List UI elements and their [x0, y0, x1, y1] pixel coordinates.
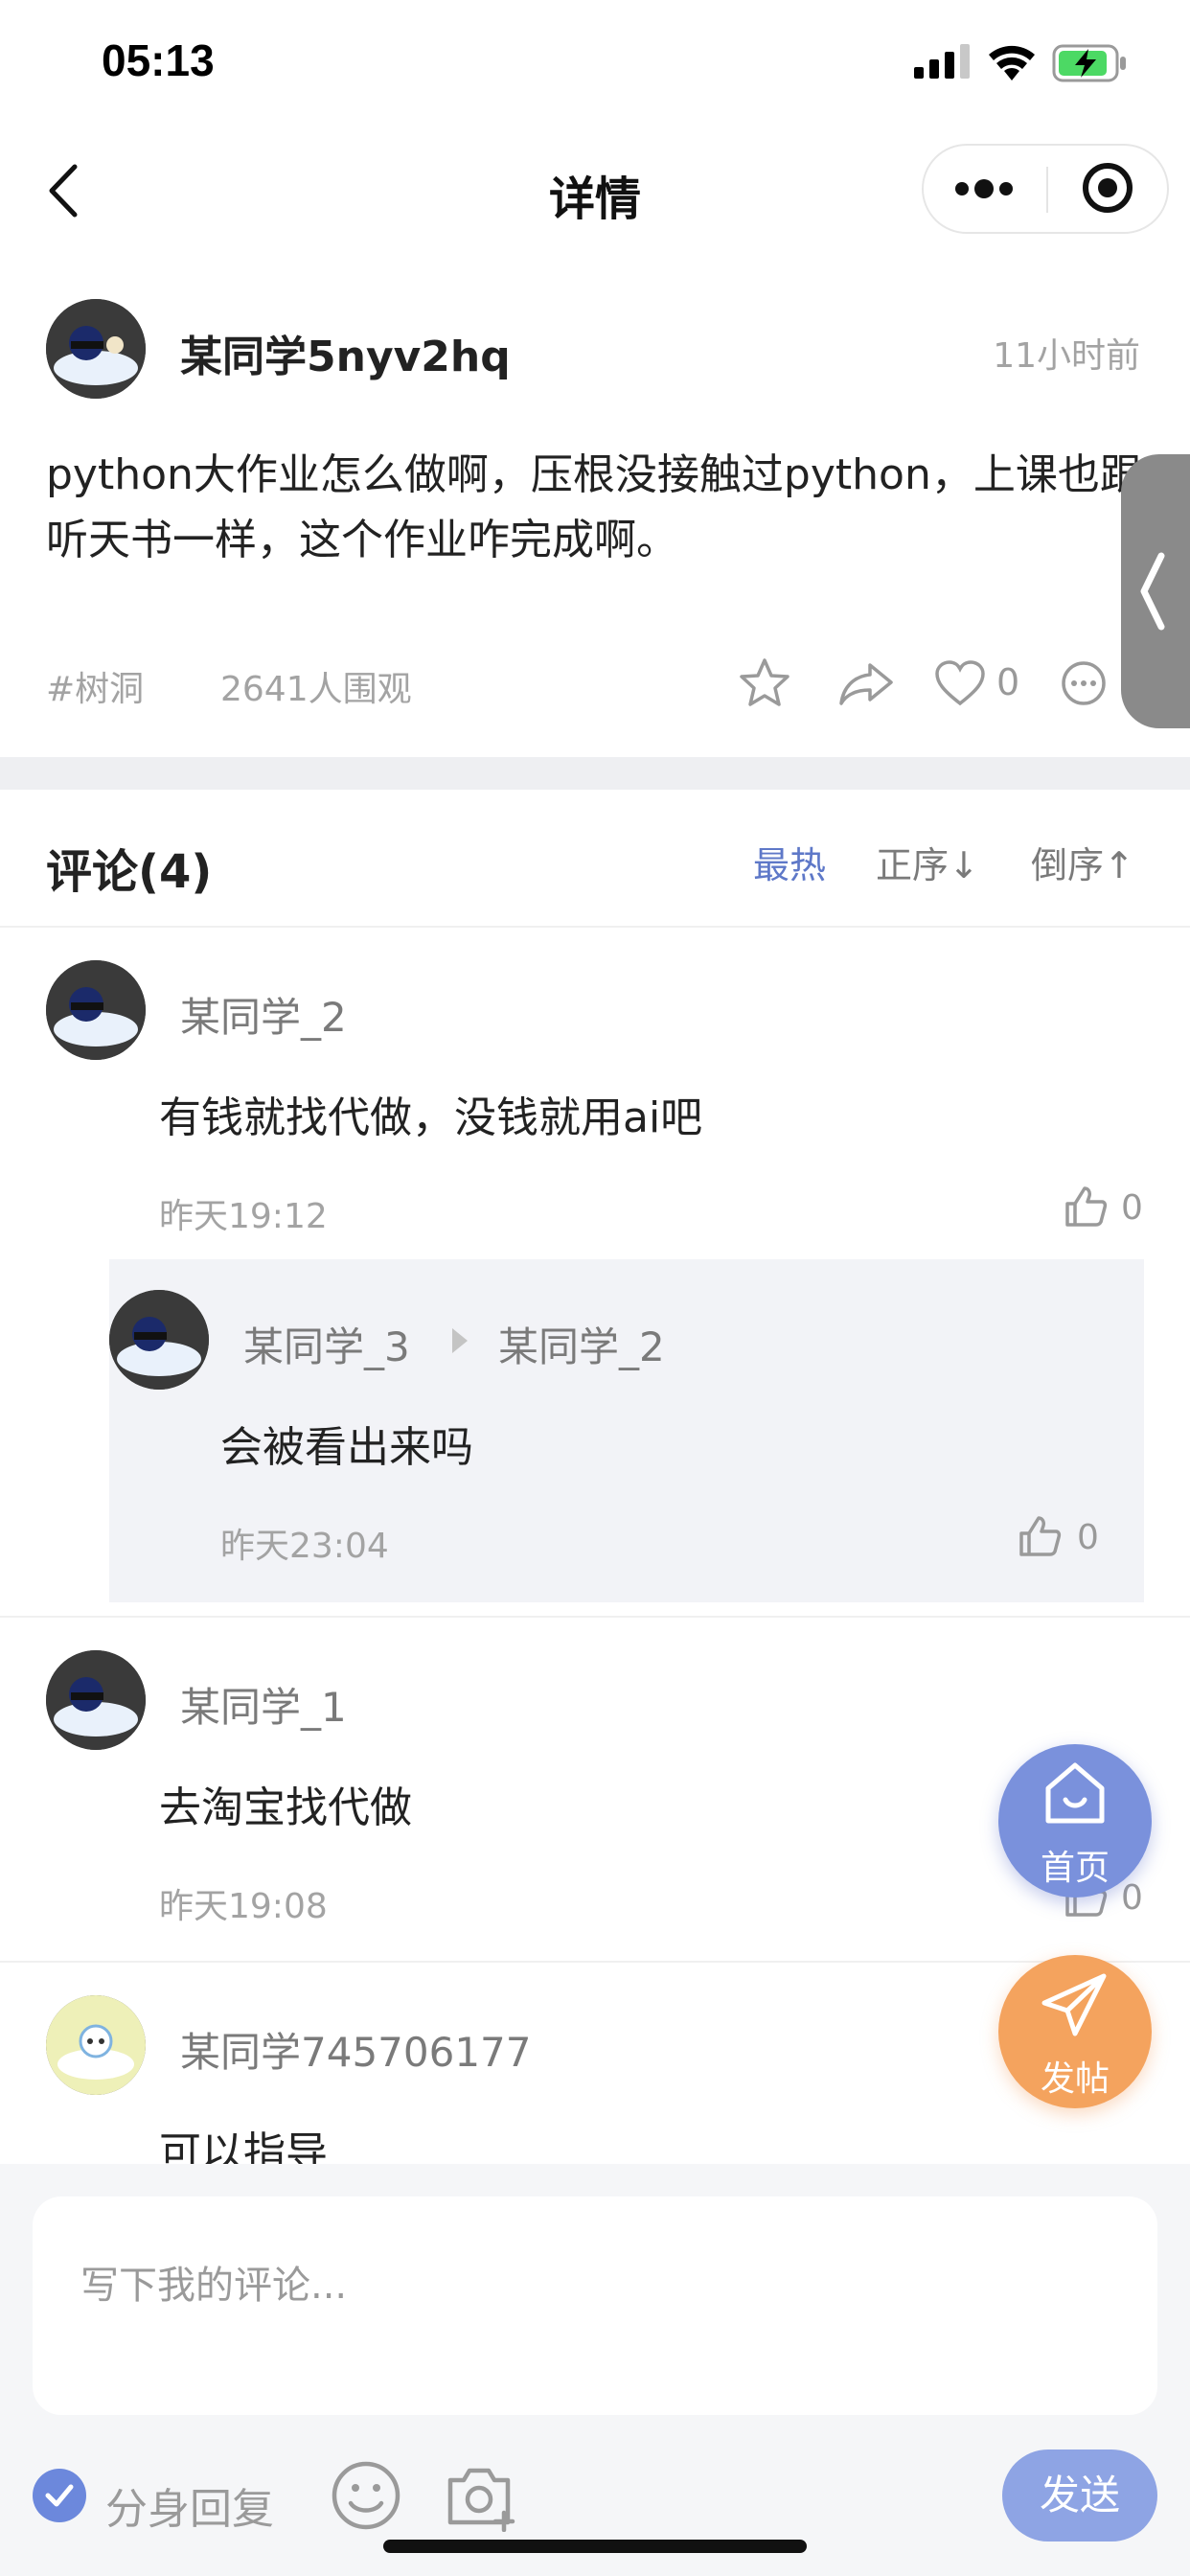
section-separator — [0, 757, 1190, 790]
avatar[interactable] — [46, 1650, 146, 1750]
paper-plane-icon — [1041, 1973, 1107, 2036]
avatar[interactable] — [46, 1995, 146, 2095]
reply-author[interactable]: 某同学_3 — [243, 1315, 410, 1373]
new-post-fab-button[interactable]: 发帖 — [998, 1955, 1152, 2108]
comment-time: 昨天19:08 — [159, 1887, 328, 1926]
sort-ascending-tab[interactable]: 正序↓ — [876, 836, 979, 888]
post-tag[interactable]: #树洞 — [46, 661, 144, 711]
thumbs-up-icon[interactable] — [1064, 1184, 1108, 1229]
sort-descending-tab[interactable]: 倒序↑ — [1031, 836, 1134, 888]
avatar[interactable] — [46, 299, 146, 399]
status-bar: 05:13 — [0, 0, 1190, 134]
comment-input-placeholder: 写下我的评论... — [80, 2264, 348, 2308]
comment-text: 有钱就找代做，没钱就用ai吧 — [159, 1093, 703, 1142]
home-icon — [1045, 1762, 1105, 1824]
thumbs-up-icon[interactable] — [1018, 1514, 1062, 1558]
new-post-fab-label: 发帖 — [1040, 2059, 1110, 2099]
comment-time: 昨天19:12 — [159, 1197, 328, 1236]
camera-add-icon[interactable] — [445, 2459, 517, 2532]
reply-like-count: 0 — [1077, 1518, 1099, 1557]
avatar[interactable] — [46, 960, 146, 1060]
reply-time: 昨天23:04 — [220, 1527, 389, 1566]
sort-hot-tab[interactable]: 最热 — [753, 836, 826, 888]
post-author-name[interactable]: 某同学5nyv2hq — [180, 322, 511, 383]
home-fab-button[interactable]: 首页 — [998, 1744, 1152, 1898]
divider — [0, 1961, 1190, 1963]
post-timestamp: 11小时前 — [993, 336, 1140, 376]
more-dots-icon[interactable] — [950, 174, 1018, 203]
home-indicator — [383, 2540, 807, 2553]
battery-charging-icon — [1052, 44, 1126, 82]
reply-to-author[interactable]: 某同学_2 — [498, 1315, 665, 1373]
comment-author[interactable]: 某同学_2 — [180, 985, 347, 1044]
share-icon[interactable] — [837, 661, 895, 707]
alias-reply-label[interactable]: 分身回复 — [105, 2474, 274, 2536]
send-button[interactable]: 发送 — [1002, 2450, 1157, 2542]
comment-like-count: 0 — [1121, 1188, 1143, 1228]
comment-author[interactable]: 某同学745706177 — [180, 2020, 532, 2079]
reply-text: 会被看出来吗 — [220, 1423, 473, 1472]
comments-title: 评论(4) — [46, 845, 213, 899]
star-icon[interactable] — [738, 657, 791, 709]
heart-icon[interactable] — [933, 659, 987, 707]
check-icon — [45, 2484, 74, 2507]
side-drawer-tab[interactable] — [1121, 454, 1190, 728]
post-body: python大作业怎么做啊，压根没接触过python，上课也跟听天书一样，这个作… — [46, 450, 1142, 564]
status-time: 05:13 — [102, 35, 215, 85]
more-options-icon[interactable] — [1060, 659, 1108, 707]
reply-arrow-icon — [452, 1328, 468, 1353]
close-target-icon[interactable] — [1083, 163, 1133, 213]
post-views: 2641人围观 — [220, 670, 412, 709]
divider — [0, 1616, 1190, 1618]
comment-author[interactable]: 某同学_1 — [180, 1675, 347, 1734]
divider — [0, 926, 1190, 928]
capsule-divider — [1046, 167, 1048, 213]
chevron-left-icon — [1140, 552, 1165, 631]
alias-reply-checkbox[interactable] — [33, 2469, 86, 2522]
post-like-count: 0 — [996, 661, 1020, 703]
signal-icon — [914, 44, 970, 79]
emoji-icon[interactable] — [330, 2459, 402, 2532]
home-fab-label: 首页 — [1040, 1849, 1110, 1888]
avatar[interactable] — [109, 1290, 209, 1390]
wifi-icon — [989, 45, 1035, 80]
comment-text: 去淘宝找代做 — [159, 1783, 412, 1832]
